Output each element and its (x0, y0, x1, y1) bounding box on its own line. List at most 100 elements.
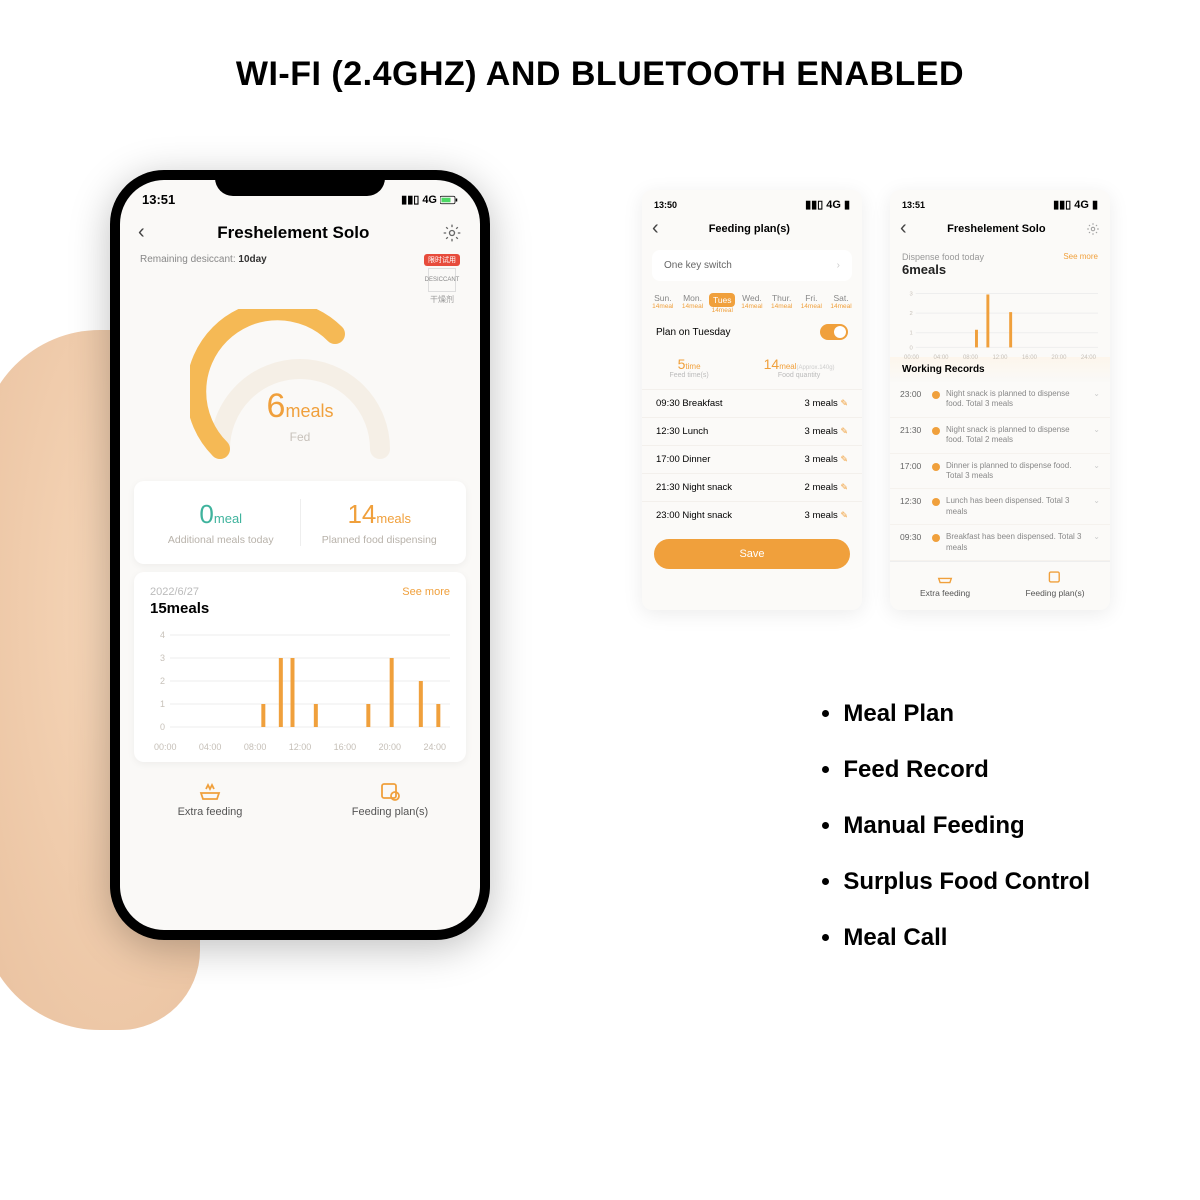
day-tab[interactable]: Sat.14meal (828, 293, 854, 314)
phone-notch (215, 170, 385, 196)
desiccant-row: Remaining desiccant: 10day 限时试用 DESICCAN… (120, 250, 480, 309)
nav-plan-label: Feeding plan(s) (352, 806, 428, 818)
desiccant-label: Remaining desiccant: (140, 254, 236, 265)
stat-right-label: Planned food dispensing (301, 534, 459, 546)
chart-x-axis: 00:0004:0008:0012:0016:0020:0024:00 (150, 740, 450, 752)
dispense-value: 6meals (902, 262, 984, 277)
record-row: 09:30Breakfast has been dispensed. Total… (890, 525, 1110, 561)
stat-left-value: 0 (199, 499, 213, 529)
status-dot-icon (932, 498, 940, 506)
back-icon[interactable]: ‹ (138, 221, 145, 244)
days-row: Sun.14mealMon.14mealTues14mealWed.14meal… (642, 287, 862, 316)
summary-row: 5timeFeed time(s) 14meal(Approx.140g)Foo… (642, 348, 862, 389)
status-dot-icon (932, 391, 940, 399)
battery-icon: ▮ (844, 198, 850, 211)
signal-icon: ▮▮▯ (805, 198, 823, 211)
plan-icon (378, 780, 402, 802)
record-row: 21:30Night snack is planned to dispense … (890, 418, 1110, 454)
nav-plan-label: Feeding plan(s) (1025, 588, 1084, 598)
nav-extra-label: Extra feeding (920, 588, 970, 598)
gauge-value: 6 (267, 387, 286, 425)
stat-right-value: 14 (347, 499, 376, 529)
desiccant-value: 10day (238, 254, 266, 265)
feeding-plans-button[interactable]: Feeding plan(s) (1000, 570, 1110, 598)
see-more-link[interactable]: See more (1063, 252, 1098, 277)
desiccant-badge-cn: 干燥剂 (424, 294, 460, 305)
feature-list: Meal PlanFeed RecordManual FeedingSurplu… (821, 700, 1090, 980)
chevron-down-icon[interactable]: ⌄ (1093, 389, 1100, 398)
edit-icon[interactable]: ✎ (840, 454, 848, 464)
day-tab[interactable]: Wed.14meal (739, 293, 765, 314)
page-headline: WI-FI (2.4GHZ) AND BLUETOOTH ENABLED (0, 0, 1200, 134)
day-tab[interactable]: Tues14meal (709, 293, 735, 314)
meal-row[interactable]: 21:30 Night snack2 meals ✎ (642, 473, 862, 501)
meal-row[interactable]: 23:00 Night snack3 meals ✎ (642, 501, 862, 529)
mini-phone-records: 13:51▮▮▯ 4G ▮ ‹Freshelement Solo Dispens… (890, 190, 1110, 610)
app-title: Feeding plan(s) (709, 223, 790, 235)
edit-icon[interactable]: ✎ (840, 510, 848, 520)
day-tab[interactable]: Fri.14meal (798, 293, 824, 314)
svg-text:2: 2 (909, 311, 912, 317)
chevron-down-icon[interactable]: ⌄ (1093, 496, 1100, 505)
one-key-switch[interactable]: One key switch› (652, 250, 852, 281)
bottom-nav: Extra feeding Feeding plan(s) (120, 770, 480, 832)
plan-toggle[interactable] (820, 324, 848, 340)
status-time: 13:51 (142, 192, 175, 207)
chart-title: 15meals (150, 600, 450, 617)
feed-chart: 0 1 2 3 4 (150, 625, 450, 735)
edit-icon[interactable]: ✎ (840, 398, 848, 408)
app-header: ‹ Freshelement Solo (120, 211, 480, 250)
stat-left-unit: meal (214, 511, 242, 526)
stat-additional: 0meal Additional meals today (142, 499, 300, 546)
day-tab[interactable]: Sun.14meal (650, 293, 676, 314)
svg-text:1: 1 (160, 699, 165, 709)
chevron-down-icon[interactable]: ⌄ (1093, 532, 1100, 541)
svg-text:2: 2 (160, 676, 165, 686)
status-dot-icon (932, 427, 940, 435)
feeding-plans-button[interactable]: Feeding plan(s) (300, 780, 480, 818)
extra-feeding-button[interactable]: Extra feeding (120, 780, 300, 818)
meal-row[interactable]: 17:00 Dinner3 meals ✎ (642, 445, 862, 473)
stat-right-unit: meals (376, 511, 411, 526)
summary-qty-u: meal (779, 362, 796, 371)
svg-text:1: 1 (909, 331, 912, 337)
day-tab[interactable]: Mon.14meal (680, 293, 706, 314)
phone-frame: 13:51 ▮▮▯ 4G ‹ Freshelement Solo Remaini… (110, 170, 490, 940)
stat-planned: 14meals Planned food dispensing (300, 499, 459, 546)
stat-left-label: Additional meals today (142, 534, 300, 546)
stats-card: 0meal Additional meals today 14meals Pla… (134, 481, 466, 564)
edit-icon[interactable]: ✎ (840, 426, 848, 436)
svg-text:3: 3 (160, 653, 165, 663)
bowl-icon (198, 780, 222, 802)
battery-icon (440, 194, 458, 206)
svg-text:4: 4 (160, 630, 165, 640)
plan-toggle-row: Plan on Tuesday (642, 316, 862, 348)
plan-label: Plan on Tuesday (656, 327, 731, 338)
gauge-sub: Fed (190, 430, 410, 444)
desiccant-badge[interactable]: 限时试用 DESICCANT 干燥剂 (424, 254, 460, 305)
svg-text:0: 0 (160, 722, 165, 732)
chart-card: 2022/6/27 See more 15meals 01234 00:0004… (134, 572, 466, 762)
chevron-down-icon[interactable]: ⌄ (1093, 425, 1100, 434)
nav-extra-label: Extra feeding (178, 806, 243, 818)
plan-icon (1047, 570, 1063, 584)
gear-icon[interactable] (1086, 222, 1100, 236)
back-icon[interactable]: ‹ (900, 217, 907, 240)
signal-label: 4G (1074, 199, 1089, 211)
day-tab[interactable]: Thur.14meal (769, 293, 795, 314)
feature-item: Meal Call (843, 924, 1090, 952)
back-icon[interactable]: ‹ (652, 217, 659, 240)
meal-row[interactable]: 09:30 Breakfast3 meals ✎ (642, 389, 862, 417)
app-title: Freshelement Solo (217, 223, 369, 243)
chevron-down-icon[interactable]: ⌄ (1093, 461, 1100, 470)
gauge: 6meals Fed (120, 309, 480, 473)
status-time: 13:51 (902, 200, 925, 210)
see-more-link[interactable]: See more (402, 586, 450, 598)
signal-label: 4G (826, 199, 841, 211)
extra-feeding-button[interactable]: Extra feeding (890, 570, 1000, 598)
save-button[interactable]: Save (654, 539, 850, 569)
edit-icon[interactable]: ✎ (840, 482, 848, 492)
gear-icon[interactable] (442, 223, 462, 243)
meal-row[interactable]: 12:30 Lunch3 meals ✎ (642, 417, 862, 445)
one-key-label: One key switch (664, 260, 732, 271)
